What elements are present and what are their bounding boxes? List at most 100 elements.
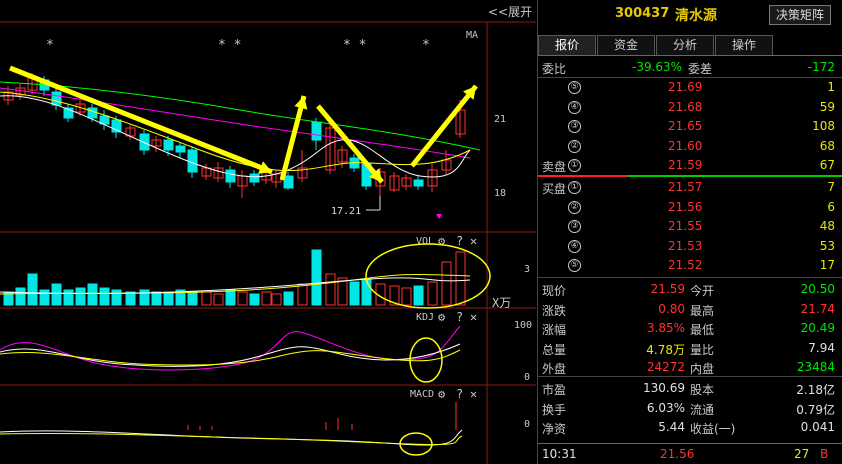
weicha-label: 委差 [688, 62, 713, 76]
candle-body [187, 149, 198, 173]
volume-bar [39, 289, 50, 306]
bid-price: 21.57 [668, 180, 703, 194]
bid-level-icon: ① [568, 181, 581, 194]
volume-bar [261, 291, 272, 306]
candle-body [175, 145, 186, 153]
ask-row-3[interactable]: ③ 21.65 108 [538, 117, 842, 135]
tick-side: B [820, 447, 829, 461]
bid-side-label: 买盘 [542, 182, 567, 196]
quote-value: 20.49 [800, 321, 835, 336]
volume-bar [99, 287, 110, 306]
volume-bar [237, 291, 248, 306]
volume-bar [297, 283, 308, 306]
fundamental-row: 净资 5.44 收益(一) 0.041 [538, 418, 842, 436]
tab-operation[interactable]: 操作 [715, 35, 773, 55]
fund-label: 股本 [690, 383, 715, 397]
macd-gear-icon[interactable]: ⚙ [438, 387, 445, 401]
bid-row-2[interactable]: ② 21.56 6 [538, 198, 842, 216]
separator [538, 277, 842, 278]
quote-value: 21.74 [800, 301, 835, 316]
quote-label: 今开 [690, 284, 715, 298]
ask-volume: 59 [819, 99, 835, 114]
ask-row-4[interactable]: ② 21.60 68 [538, 137, 842, 155]
bid-level-icon: ④ [568, 239, 581, 253]
volume-bar [139, 289, 150, 306]
kdj-k-line [0, 343, 461, 367]
trend-arrow-down-2 [316, 104, 384, 184]
volume-bar [271, 293, 282, 306]
vol-gear-icon[interactable]: ⚙ [438, 234, 445, 248]
volume-bar [111, 289, 122, 306]
volume-bar [427, 281, 438, 306]
candle-body [413, 179, 424, 187]
bid-row-5[interactable]: ⑤ 21.52 17 [538, 256, 842, 274]
ask-volume: 108 [812, 119, 835, 134]
tab-quote[interactable]: 报价 [538, 35, 596, 55]
ask-row-2[interactable]: ④ 21.68 59 [538, 98, 842, 116]
kdj-close-icon[interactable]: ✕ [470, 310, 477, 324]
quote-label: 内盘 [690, 362, 715, 377]
webi-value: -39.63% [632, 60, 683, 74]
kline-chart[interactable]: <<展开 MA 21 18 17.21 * * * * * * VOL ⚙ ? … [0, 0, 536, 464]
volume-bar [213, 293, 224, 306]
bid-price: 21.53 [668, 238, 703, 253]
ask-price: 21.60 [668, 138, 703, 153]
fund-label: 换手 [542, 402, 567, 417]
bid-price: 21.55 [668, 219, 703, 234]
macd-label: MACD [410, 389, 435, 400]
ask-price: 21.59 [668, 158, 703, 173]
quote-row: 现价 21.59 今开 20.50 [538, 280, 842, 298]
tab-funds[interactable]: 资金 [597, 35, 655, 55]
volume-bar [27, 273, 38, 306]
volume-bar [401, 287, 412, 306]
quote-tabs: 报价 资金 分析 操作 [538, 35, 774, 55]
volume-bar [325, 273, 336, 306]
star-mark-4: * [422, 38, 430, 53]
quote-value: 21.59 [650, 282, 685, 296]
macd-close-icon[interactable]: ✕ [470, 387, 477, 401]
volume-bar [51, 283, 62, 306]
bid-level-icon: ③ [568, 220, 581, 234]
quote-value: 4.78万 [646, 342, 685, 357]
quote-value: 24272 [646, 360, 685, 375]
ask-price: 21.68 [668, 99, 703, 114]
separator [538, 376, 842, 377]
candle-body [311, 121, 322, 141]
fund-label: 市盈 [542, 383, 567, 397]
price-tick-18: 18 [494, 188, 507, 199]
candle-body [249, 173, 260, 183]
vol-help-icon[interactable]: ? [456, 234, 463, 248]
price-tick-21: 21 [494, 114, 507, 125]
expand-button[interactable]: <<展开 [488, 3, 532, 20]
fund-value: 0.041 [800, 420, 835, 435]
tick-price: 21.56 [660, 447, 695, 461]
ma20-line [0, 87, 471, 159]
star-mark-3: * * [343, 38, 367, 53]
ask-volume: 68 [819, 138, 835, 153]
volume-bar [249, 293, 260, 306]
vol-close-icon[interactable]: ✕ [470, 234, 477, 248]
ask-row-5[interactable]: 卖盘 ① 21.59 67 [538, 156, 842, 174]
kdj-help-icon[interactable]: ? [456, 310, 463, 324]
vol-label: VOL [416, 236, 435, 247]
tab-analysis[interactable]: 分析 [656, 35, 714, 55]
ma-label: MA [466, 30, 479, 41]
quote-label: 涨幅 [542, 323, 567, 338]
volume-bar [75, 287, 86, 306]
candle-body [283, 175, 294, 189]
quote-label: 现价 [542, 284, 567, 298]
star-mark-1: * [46, 38, 54, 53]
volume-bar [15, 287, 26, 306]
decision-matrix-button[interactable]: 决策矩阵 [769, 5, 831, 25]
webi-label: 委比 [542, 62, 567, 76]
fund-value: 2.18亿 [796, 383, 835, 397]
candle-body [51, 91, 62, 106]
ask-row-1[interactable]: ⑤ 21.69 1 [538, 78, 842, 96]
kdj-gear-icon[interactable]: ⚙ [438, 310, 445, 324]
bid-row-1[interactable]: 买盘 ① 21.57 7 [538, 178, 842, 196]
bid-row-3[interactable]: ③ 21.55 48 [538, 217, 842, 235]
volume-bar [441, 261, 452, 306]
macd-help-icon[interactable]: ? [456, 387, 463, 401]
bid-row-4[interactable]: ④ 21.53 53 [538, 237, 842, 255]
kdj-tick-100: 100 [514, 320, 533, 331]
